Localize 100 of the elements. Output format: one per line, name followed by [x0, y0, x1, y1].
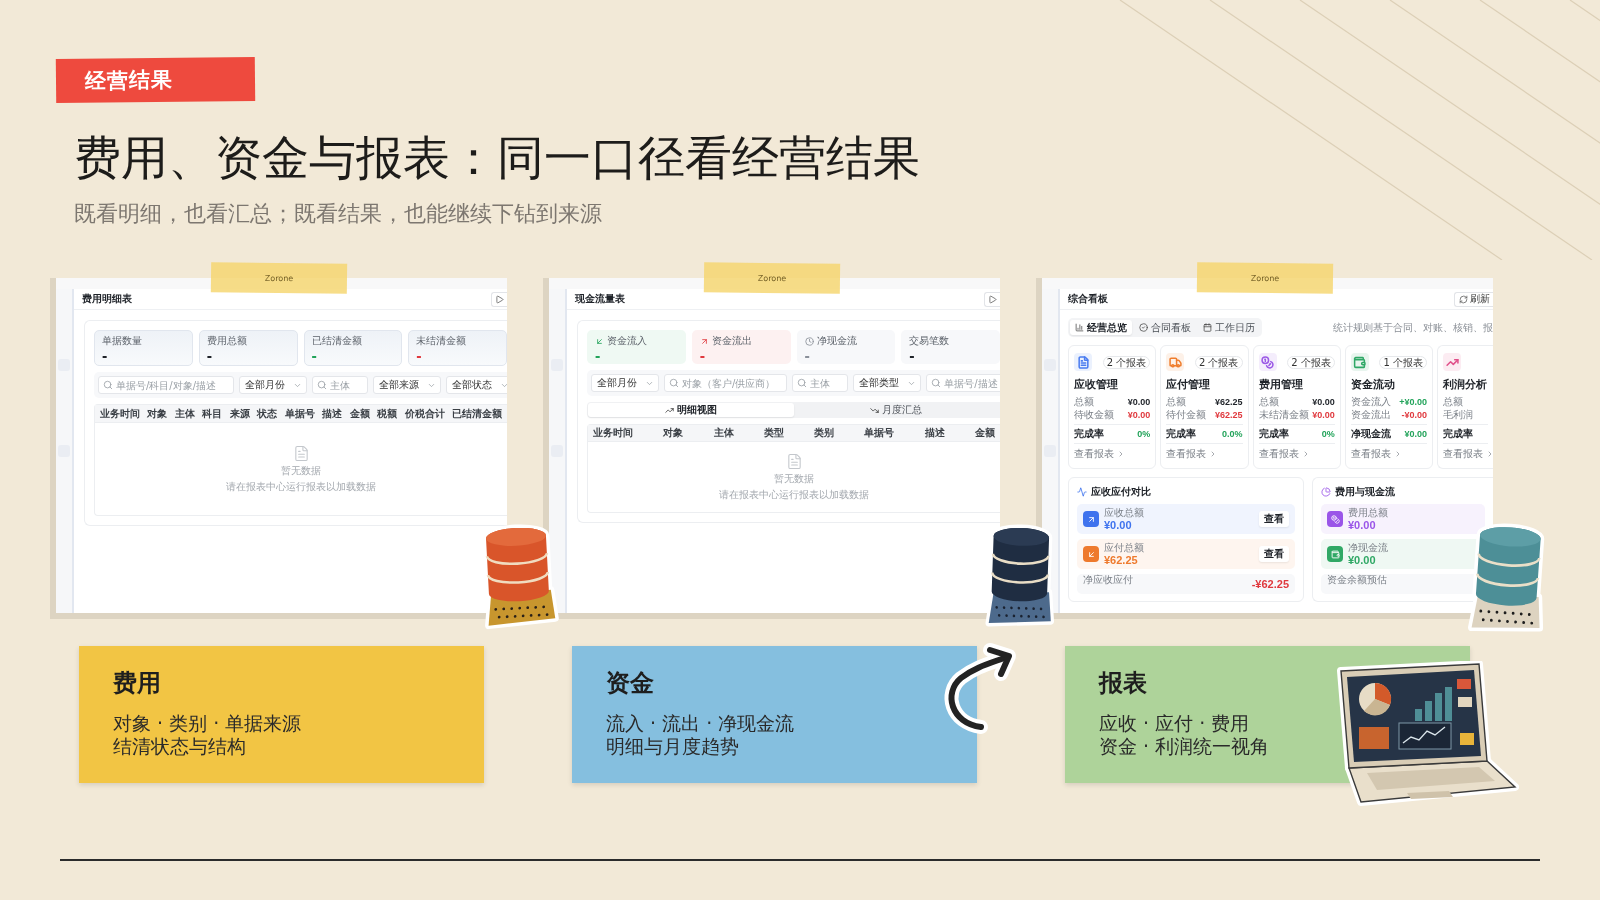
column-header: 税额 — [377, 406, 398, 421]
metric-value: 0% — [1321, 429, 1335, 439]
trending-down-icon — [870, 405, 880, 415]
metric-label: 资金流出 — [1350, 408, 1391, 422]
view-button[interactable]: 查看 — [1259, 546, 1289, 562]
column-header: 价税合计 — [404, 406, 445, 421]
chevron-right-icon — [1117, 450, 1125, 458]
view-report-link[interactable]: 查看报表 — [1443, 447, 1493, 461]
metric-label: 完成率 — [1166, 427, 1197, 441]
metric-label: 毛利润 — [1443, 408, 1473, 422]
metric-value: ¥62.25 — [1104, 553, 1138, 567]
column-header: 业务时间 — [593, 426, 633, 440]
check-circle-icon — [1139, 323, 1148, 332]
search-field[interactable]: 单据号/描述 — [926, 374, 1000, 392]
search-icon — [797, 378, 808, 388]
clock-icon — [804, 336, 814, 346]
dropdown[interactable]: 全部月份 — [238, 376, 307, 394]
empty-state-hint: 请在报表中心运行报表以加载数据 — [226, 479, 376, 494]
empty-state-hint: 请在报表中心运行报表以加载数据 — [719, 487, 869, 502]
column-header: 对象 — [147, 406, 168, 421]
document-icon — [785, 452, 803, 470]
tab[interactable]: 经营总览 — [1070, 320, 1132, 335]
view-button[interactable]: 查看 — [1259, 511, 1289, 527]
view-report-link[interactable]: 查看报表 — [1350, 447, 1402, 461]
metric-label: 费用总额 — [1348, 506, 1388, 519]
column-header: 主体 — [174, 406, 195, 421]
search-field[interactable]: 主体 — [311, 376, 368, 394]
metric-value: +¥0.00 — [1399, 397, 1427, 407]
metric-value: ¥0.00 — [1312, 410, 1335, 420]
dropdown[interactable]: 全部月份 — [591, 374, 659, 392]
metric-label: 总额 — [1443, 395, 1463, 409]
metric-label: 净现金流 — [1350, 427, 1391, 441]
module-title: 费用管理 — [1258, 377, 1304, 392]
card-text: 资金 · 利润统一视角 — [1099, 735, 1270, 758]
metric-label: 总额 — [1166, 395, 1187, 409]
card-text: 明细与月度趋势 — [606, 735, 739, 758]
view-report-link[interactable]: 查看报表 — [1258, 447, 1310, 461]
search-field[interactable]: 单据号/科目/对象/描述 — [98, 376, 234, 394]
metric-label: 总额 — [1258, 395, 1279, 409]
play-button[interactable] — [491, 291, 507, 307]
metric-label: 应收总额 — [1104, 506, 1144, 519]
search-field[interactable]: 对象（客户/供应商） — [664, 374, 788, 392]
pulse-line-icon — [1077, 487, 1087, 497]
column-header: 金额 — [349, 406, 370, 421]
calendar-icon — [1203, 323, 1212, 332]
play-icon — [988, 294, 997, 304]
metric-label: 未结清金额 — [1258, 408, 1309, 422]
metric-label: 净现金流 — [1348, 541, 1388, 554]
view-tab[interactable]: 月度汇总 — [793, 403, 999, 417]
view-tab[interactable]: 明细视图 — [588, 403, 794, 417]
search-icon — [103, 380, 113, 390]
card-title: 报表 — [1099, 668, 1147, 698]
column-header: 业务时间 — [100, 406, 140, 421]
stat-label: 未结清金额 — [416, 334, 467, 348]
dropdown[interactable]: 全部类型 — [853, 374, 922, 392]
column-header: 金额 — [974, 426, 995, 440]
arrow-down-left-icon — [595, 336, 604, 346]
view-report-link[interactable]: 查看报表 — [1074, 447, 1125, 461]
stat-label: 资金流出 — [711, 334, 752, 348]
refresh-icon — [1459, 294, 1468, 304]
metric-label: 完成率 — [1074, 427, 1104, 441]
stat-value: - — [206, 348, 213, 363]
column-header: 类型 — [763, 426, 784, 440]
card-text: 应收 · 应付 · 费用 — [1099, 712, 1250, 735]
card-text: 结清状态与结构 — [113, 735, 246, 758]
view-report-link[interactable]: 查看报表 — [1166, 447, 1218, 461]
metric-value: 0% — [1137, 429, 1151, 439]
pie-chart-icon — [1321, 487, 1331, 497]
metric-label: 净应收应付 — [1083, 574, 1133, 586]
stat-label: 费用总额 — [206, 334, 247, 348]
metric-label: 待收金额 — [1074, 408, 1114, 422]
module-title: 应收管理 — [1074, 377, 1119, 392]
play-button[interactable] — [984, 291, 1000, 307]
dropdown[interactable]: 全部状态 — [445, 376, 507, 394]
tab[interactable]: 合同看板 — [1134, 320, 1196, 335]
tab[interactable]: 工作日历 — [1198, 320, 1260, 335]
panel-title: 费用与现金流 — [1335, 485, 1395, 499]
stat-value: - — [416, 348, 422, 363]
column-header: 描述 — [924, 426, 945, 440]
dropdown[interactable]: 全部来源 — [372, 376, 441, 394]
metric-value: ¥0.00 — [1404, 429, 1427, 439]
metric-label: 待付金额 — [1166, 408, 1207, 422]
metric-value: -¥62.25 — [1251, 578, 1289, 590]
search-field[interactable]: 主体 — [792, 374, 849, 392]
metric-label: 资金流入 — [1350, 395, 1391, 409]
refresh-button[interactable]: 刷新 — [1454, 291, 1493, 307]
stat-value: - — [102, 348, 108, 363]
screen-title: 现金流量表 — [575, 292, 625, 306]
stat-label: 净现金流 — [816, 334, 857, 348]
screen-title: 费用明细表 — [82, 292, 132, 306]
metric-value: ¥62.25 — [1214, 397, 1243, 407]
arrow-up-right-icon — [699, 336, 709, 346]
metric-value: ¥0.00 — [1348, 553, 1376, 567]
metric-value: ¥0.00 — [1104, 518, 1132, 532]
module-title: 资金流动 — [1350, 377, 1396, 392]
tape-label: Zorone — [210, 262, 347, 294]
screen-title: 综合看板 — [1068, 292, 1108, 306]
module-title: 利润分析 — [1443, 377, 1488, 392]
column-header: 状态 — [257, 406, 278, 421]
trending-up-icon — [664, 405, 674, 415]
